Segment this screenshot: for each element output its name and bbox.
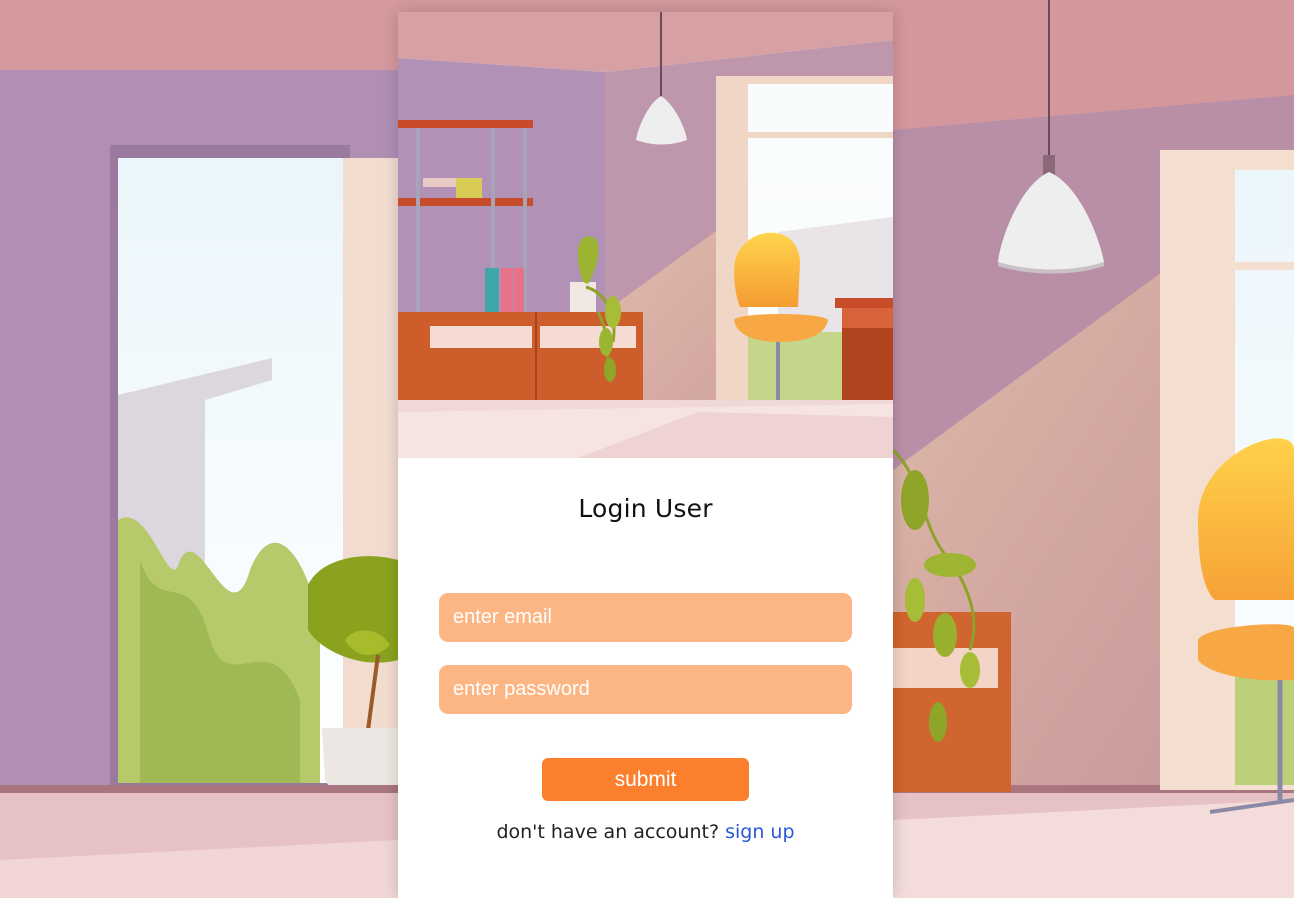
hero-illustration	[398, 12, 893, 458]
login-card: Login User submit don't have an account?…	[398, 12, 893, 898]
signup-link[interactable]: sign up	[725, 821, 794, 843]
login-title: Login User	[578, 494, 713, 523]
office-illustration	[398, 12, 893, 458]
password-input[interactable]	[439, 665, 852, 714]
signup-prompt-text: don't have an account?	[496, 821, 720, 843]
signup-prompt-line: don't have an account? sign up	[398, 821, 893, 843]
email-input[interactable]	[439, 593, 852, 642]
submit-button[interactable]: submit	[542, 758, 749, 801]
